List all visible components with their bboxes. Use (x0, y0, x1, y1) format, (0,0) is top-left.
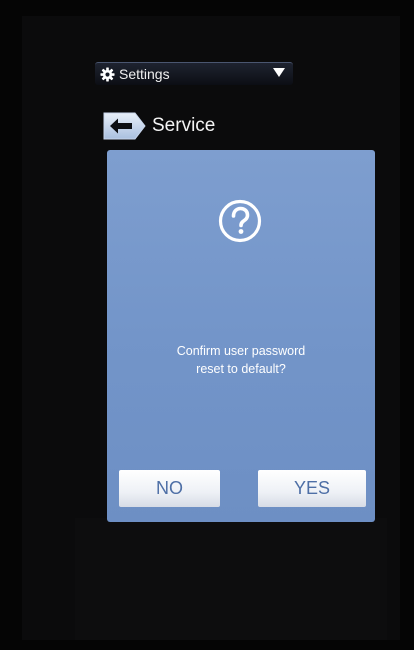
device-frame: Settings Service Confirm user password r… (0, 0, 414, 650)
dialog-message: Confirm user password reset to default? (121, 342, 361, 378)
no-button[interactable]: NO (119, 470, 220, 507)
chevron-down-icon[interactable] (273, 68, 285, 77)
back-button[interactable] (101, 110, 147, 142)
yes-button[interactable]: YES (258, 470, 366, 507)
screen-lower-area (75, 518, 387, 640)
page-title: Service (152, 115, 216, 136)
question-icon (218, 199, 262, 243)
gear-icon (100, 67, 115, 82)
settings-label: Settings (119, 66, 170, 82)
dialog-message-line2: reset to default? (196, 362, 286, 376)
dialog-message-line1: Confirm user password (176, 344, 306, 358)
settings-dropdown[interactable]: Settings (95, 62, 293, 85)
confirm-dialog: Confirm user password reset to default? … (107, 150, 375, 522)
